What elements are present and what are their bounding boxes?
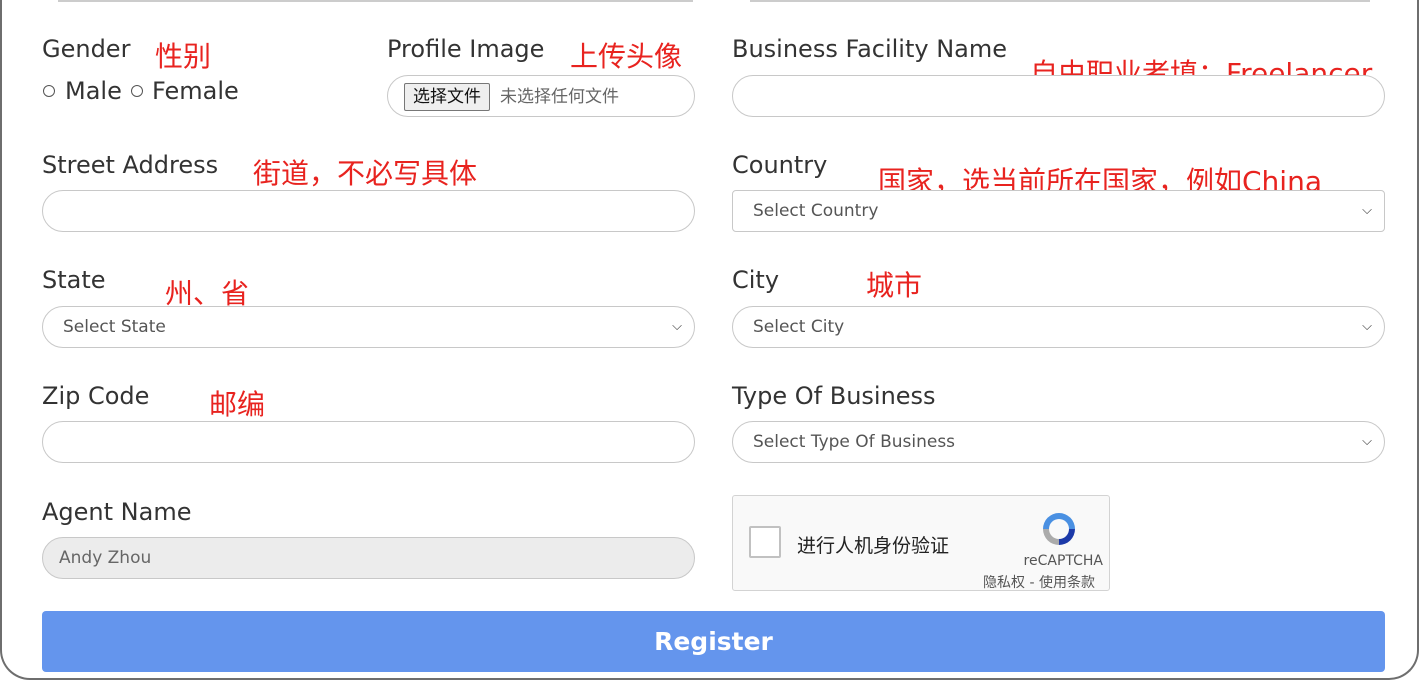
city-select[interactable]: Select City ⌵ xyxy=(732,306,1385,348)
recaptcha-brand: reCAPTCHA xyxy=(1023,553,1103,569)
zip-code-input[interactable] xyxy=(42,421,695,463)
file-status-text: 未选择任何文件 xyxy=(500,87,619,107)
profile-image-annotation: 上传头像 xyxy=(570,40,683,73)
street-address-annotation: 街道，不必写具体 xyxy=(253,157,478,190)
country-selected-value: Select Country xyxy=(753,201,879,221)
profile-image-label: Profile Image xyxy=(387,35,545,63)
register-button[interactable]: Register xyxy=(42,611,1385,672)
recaptcha-checkbox[interactable] xyxy=(749,526,781,558)
gender-label: Gender xyxy=(42,35,131,63)
recaptcha-prompt: 进行人机身份验证 xyxy=(797,535,950,557)
gender-male-radio[interactable] xyxy=(43,85,55,97)
business-facility-input[interactable] xyxy=(732,75,1385,117)
chevron-down-icon: ⌵ xyxy=(1362,319,1372,334)
previous-field-edge xyxy=(58,0,693,2)
chevron-down-icon: ⌵ xyxy=(672,319,682,334)
country-select[interactable]: Select Country ⌵ xyxy=(732,190,1385,232)
recaptcha-terms-links[interactable]: 隐私权 - 使用条款 xyxy=(983,572,1095,592)
country-label: Country xyxy=(732,151,828,179)
street-address-label: Street Address xyxy=(42,151,219,179)
state-selected-value: Select State xyxy=(63,317,166,337)
zip-code-annotation: 邮编 xyxy=(209,388,266,421)
type-of-business-label: Type Of Business xyxy=(732,382,936,410)
city-annotation: 城市 xyxy=(866,269,923,302)
gender-female-radio[interactable] xyxy=(131,85,143,97)
previous-field-edge xyxy=(750,0,1370,2)
agent-name-label: Agent Name xyxy=(42,498,192,526)
state-label: State xyxy=(42,266,106,294)
street-address-input[interactable] xyxy=(42,190,695,232)
state-select[interactable]: Select State ⌵ xyxy=(42,306,695,348)
choose-file-button[interactable]: 选择文件 xyxy=(404,83,490,111)
type-of-business-selected-value: Select Type Of Business xyxy=(753,432,956,452)
type-of-business-select[interactable]: Select Type Of Business ⌵ xyxy=(732,421,1385,463)
city-selected-value: Select City xyxy=(753,317,845,337)
gender-annotation: 性别 xyxy=(155,40,212,73)
business-facility-label: Business Facility Name xyxy=(732,35,1008,63)
city-label: City xyxy=(732,266,780,294)
agent-name-input: Andy Zhou xyxy=(42,537,695,579)
chevron-down-icon: ⌵ xyxy=(1362,434,1372,449)
recaptcha-widget: 进行人机身份验证 reCAPTCHA 隐私权 - 使用条款 xyxy=(732,495,1110,591)
zip-code-label: Zip Code xyxy=(42,382,150,410)
recaptcha-logo-icon xyxy=(1043,513,1075,545)
profile-image-input: 选择文件 未选择任何文件 xyxy=(387,75,695,117)
gender-female-label[interactable]: Female xyxy=(152,77,239,105)
gender-male-label[interactable]: Male xyxy=(65,77,122,105)
chevron-down-icon: ⌵ xyxy=(1362,203,1372,218)
